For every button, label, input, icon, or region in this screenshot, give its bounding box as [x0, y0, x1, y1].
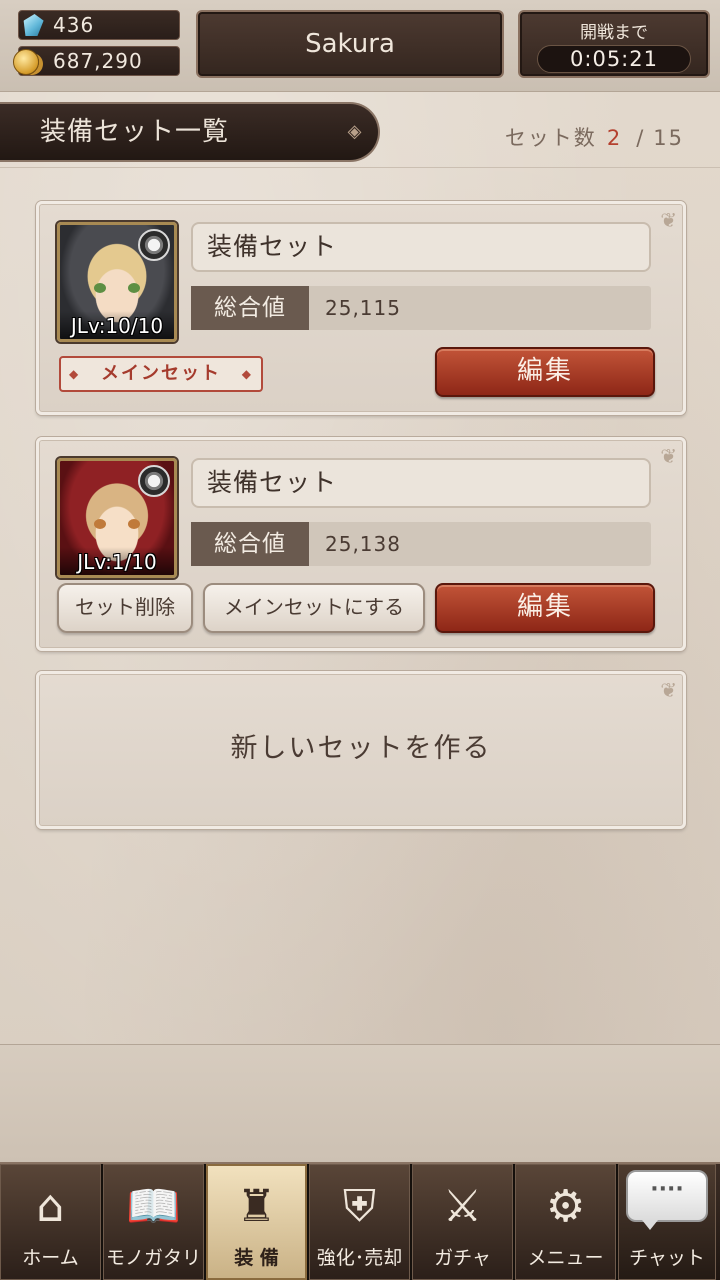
total-stat-label: 総合値: [191, 286, 309, 330]
total-stat-value: 25,115: [325, 296, 401, 320]
edit-button[interactable]: 編集: [435, 583, 655, 633]
equipment-set-card: ❦ JLv:1/10 装備セット 総合値 25,138 セット削除 メインセット…: [36, 437, 686, 651]
timer-value: 0:05:21: [537, 45, 691, 73]
nav-label: 強化･売却: [316, 1247, 403, 1269]
corner-ornament-icon: ❦: [660, 444, 677, 468]
nav-enhance[interactable]: ⛨ 強化･売却: [309, 1164, 412, 1280]
set-count: セット数 2 / 15: [505, 122, 684, 152]
nav-label: 装 備: [234, 1247, 279, 1269]
new-set-button[interactable]: ❦ 新しいセットを作る: [36, 671, 686, 829]
puppet-icon: ♜: [236, 1181, 277, 1232]
bottom-nav: ⌂ ホーム 📖 モノガタリ ♜ 装 備 ⛨ 強化･売却 ⚔ ガチャ ⚙ メニュー…: [0, 1162, 720, 1280]
nav-chat[interactable]: ···· チャット: [618, 1164, 716, 1280]
nav-equipment[interactable]: ♜ 装 備: [206, 1164, 309, 1280]
set-count-separator: /: [636, 126, 646, 150]
total-stat-value: 25,138: [325, 532, 401, 556]
swords-icon: ⚔: [442, 1181, 483, 1232]
character-portrait[interactable]: JLv:1/10: [57, 458, 177, 578]
attribute-badge-icon: [138, 229, 170, 261]
new-set-label: 新しいセットを作る: [230, 733, 492, 764]
job-level: JLv:1/10: [60, 547, 174, 575]
lower-panel: [0, 1044, 720, 1162]
coin-counter[interactable]: 687,290: [13, 46, 180, 76]
job-level: JLv:10/10: [60, 311, 174, 339]
page-title-text: 装備セット一覧: [40, 117, 230, 147]
gears-icon: ⚙: [545, 1181, 586, 1232]
coin-count: 687,290: [53, 49, 143, 73]
nav-label: ガチャ: [434, 1247, 491, 1269]
set-count-current: 2: [606, 126, 623, 150]
nav-gacha[interactable]: ⚔ ガチャ: [412, 1164, 515, 1280]
total-stat-row: 総合値 25,138: [191, 522, 651, 566]
total-stat-label: 総合値: [191, 522, 309, 566]
top-bar: 436 687,290 Sakura 開戦まで 0:05:21: [0, 0, 720, 92]
player-name[interactable]: Sakura: [196, 10, 504, 78]
gem-counter[interactable]: 436: [18, 10, 180, 40]
page-title: 装備セット一覧 ◈: [0, 102, 380, 162]
coin-icon: [13, 49, 39, 75]
battle-timer[interactable]: 開戦まで 0:05:21: [518, 10, 710, 78]
delete-set-button[interactable]: セット削除: [57, 583, 193, 633]
make-main-set-button[interactable]: メインセットにする: [203, 583, 425, 633]
home-icon: ⌂: [36, 1181, 65, 1232]
main-set-badge: メインセット: [59, 356, 263, 392]
set-name[interactable]: 装備セット: [191, 458, 651, 508]
portrait-eyes: [94, 519, 140, 529]
gem-count: 436: [53, 13, 95, 37]
total-stat-row: 総合値 25,115: [191, 286, 651, 330]
nav-home[interactable]: ⌂ ホーム: [0, 1164, 103, 1280]
nav-label: ホーム: [22, 1247, 79, 1269]
nav-label: モノガタリ: [105, 1247, 201, 1269]
ornament-icon: ◈: [347, 121, 363, 142]
set-count-max: 15: [653, 126, 684, 150]
chat-bubble-icon: ····: [626, 1170, 708, 1230]
set-name[interactable]: 装備セット: [191, 222, 651, 272]
enhance-icon: ⛨: [343, 1181, 376, 1232]
nav-label: チャット: [629, 1247, 705, 1269]
character-portrait[interactable]: JLv:10/10: [57, 222, 177, 342]
attribute-badge-icon: [138, 465, 170, 497]
equipment-set-card: ❦ JLv:10/10 装備セット 総合値 25,115 メインセット 編集: [36, 201, 686, 415]
title-row: 装備セット一覧 ◈ セット数 2 / 15: [0, 100, 720, 168]
timer-label: 開戦まで: [580, 23, 648, 43]
portrait-eyes: [94, 283, 140, 293]
nav-menu[interactable]: ⚙ メニュー: [515, 1164, 618, 1280]
nav-label: メニュー: [527, 1247, 604, 1269]
gem-icon: [21, 14, 44, 36]
book-icon: 📖: [126, 1181, 181, 1232]
set-count-label: セット数: [504, 126, 597, 150]
nav-story[interactable]: 📖 モノガタリ: [103, 1164, 206, 1280]
corner-ornament-icon: ❦: [660, 208, 677, 232]
edit-button[interactable]: 編集: [435, 347, 655, 397]
